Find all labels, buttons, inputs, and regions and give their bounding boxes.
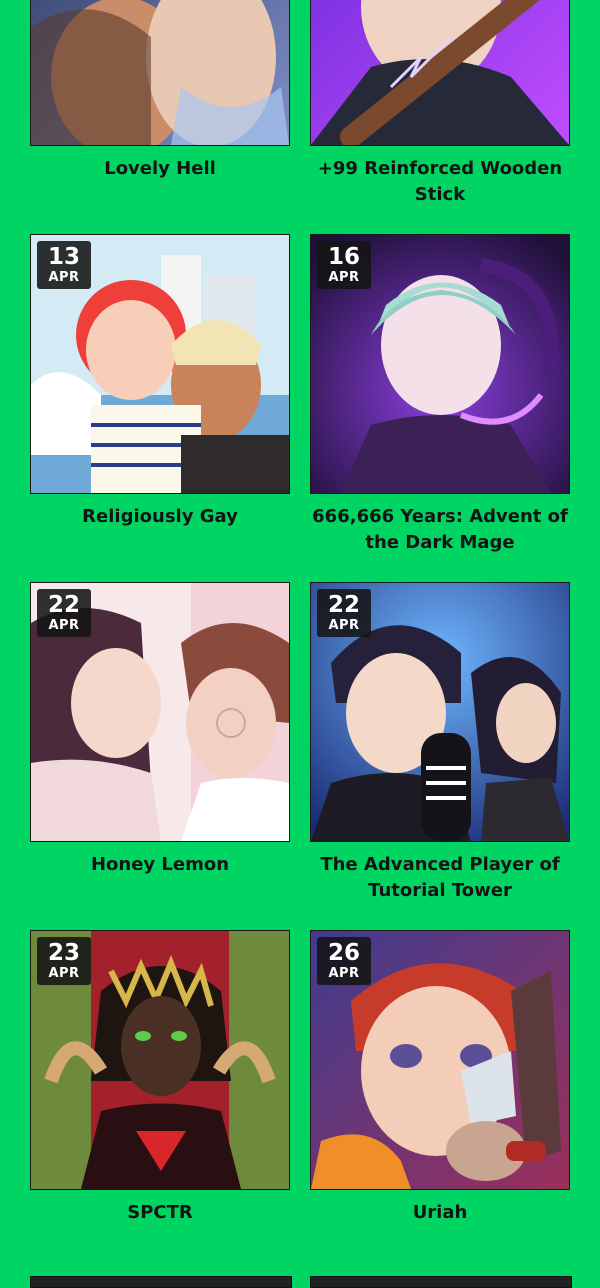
series-cover[interactable]: 26 APR — [310, 930, 570, 1190]
series-title[interactable]: Religiously Gay — [30, 504, 290, 530]
series-grid: Lovely Hell +99 Reinforced Wooden Stick — [0, 0, 600, 1288]
series-title[interactable]: SPCTR — [30, 1200, 290, 1226]
series-card-religiously-gay[interactable]: 13 APR Religiously Gay — [30, 234, 290, 530]
release-date-badge: 22 APR — [37, 589, 91, 637]
series-card-lovely-hell[interactable]: Lovely Hell — [30, 0, 290, 182]
release-month: APR — [328, 270, 360, 285]
release-month: APR — [328, 618, 360, 633]
series-title[interactable]: The Advanced Player of Tutorial Tower — [310, 852, 570, 904]
series-cover[interactable] — [30, 0, 290, 146]
series-cover[interactable]: 22 APR — [30, 582, 290, 842]
series-card-reinforced-wooden-stick[interactable]: +99 Reinforced Wooden Stick — [310, 0, 570, 208]
series-cover[interactable]: 23 APR — [30, 930, 290, 1190]
series-title[interactable]: +99 Reinforced Wooden Stick — [310, 156, 570, 208]
release-month: APR — [48, 966, 80, 981]
release-date-badge: 13 APR — [37, 241, 91, 289]
series-card-honey-lemon[interactable]: 22 APR Honey Lemon — [30, 582, 290, 878]
release-month: APR — [328, 966, 360, 981]
series-cover[interactable]: 22 APR — [310, 582, 570, 842]
series-title[interactable]: Lovely Hell — [30, 156, 290, 182]
series-card-666666-years[interactable]: 16 APR 666,666 Years: Advent of the Dark… — [310, 234, 570, 556]
series-card-uriah[interactable]: 26 APR Uriah — [310, 930, 570, 1226]
release-date-badge: 26 APR — [317, 937, 371, 985]
release-day: 23 — [47, 940, 80, 966]
release-date-badge: 16 APR — [317, 241, 371, 289]
release-day: 22 — [327, 592, 360, 618]
series-cover[interactable] — [310, 0, 570, 146]
release-date-badge: 23 APR — [37, 937, 91, 985]
series-card-spctr[interactable]: 23 APR SPCTR — [30, 930, 290, 1226]
release-day: 26 — [327, 940, 360, 966]
series-title[interactable]: Honey Lemon — [30, 852, 290, 878]
cover-art-icon — [31, 0, 289, 145]
series-title[interactable]: 666,666 Years: Advent of the Dark Mage — [310, 504, 570, 556]
release-date-badge: 22 APR — [317, 589, 371, 637]
next-row-card-edge[interactable] — [30, 1276, 292, 1288]
series-cover[interactable]: 16 APR — [310, 234, 570, 494]
next-row-card-edge[interactable] — [310, 1276, 572, 1288]
release-month: APR — [48, 618, 80, 633]
release-month: APR — [48, 270, 80, 285]
release-day: 16 — [327, 244, 360, 270]
release-day: 22 — [47, 592, 80, 618]
series-cover[interactable]: 13 APR — [30, 234, 290, 494]
release-day: 13 — [47, 244, 80, 270]
cover-art-icon — [311, 0, 569, 145]
series-title[interactable]: Uriah — [310, 1200, 570, 1226]
series-card-advanced-player[interactable]: 22 APR The Advanced Player of Tutorial T… — [310, 582, 570, 904]
